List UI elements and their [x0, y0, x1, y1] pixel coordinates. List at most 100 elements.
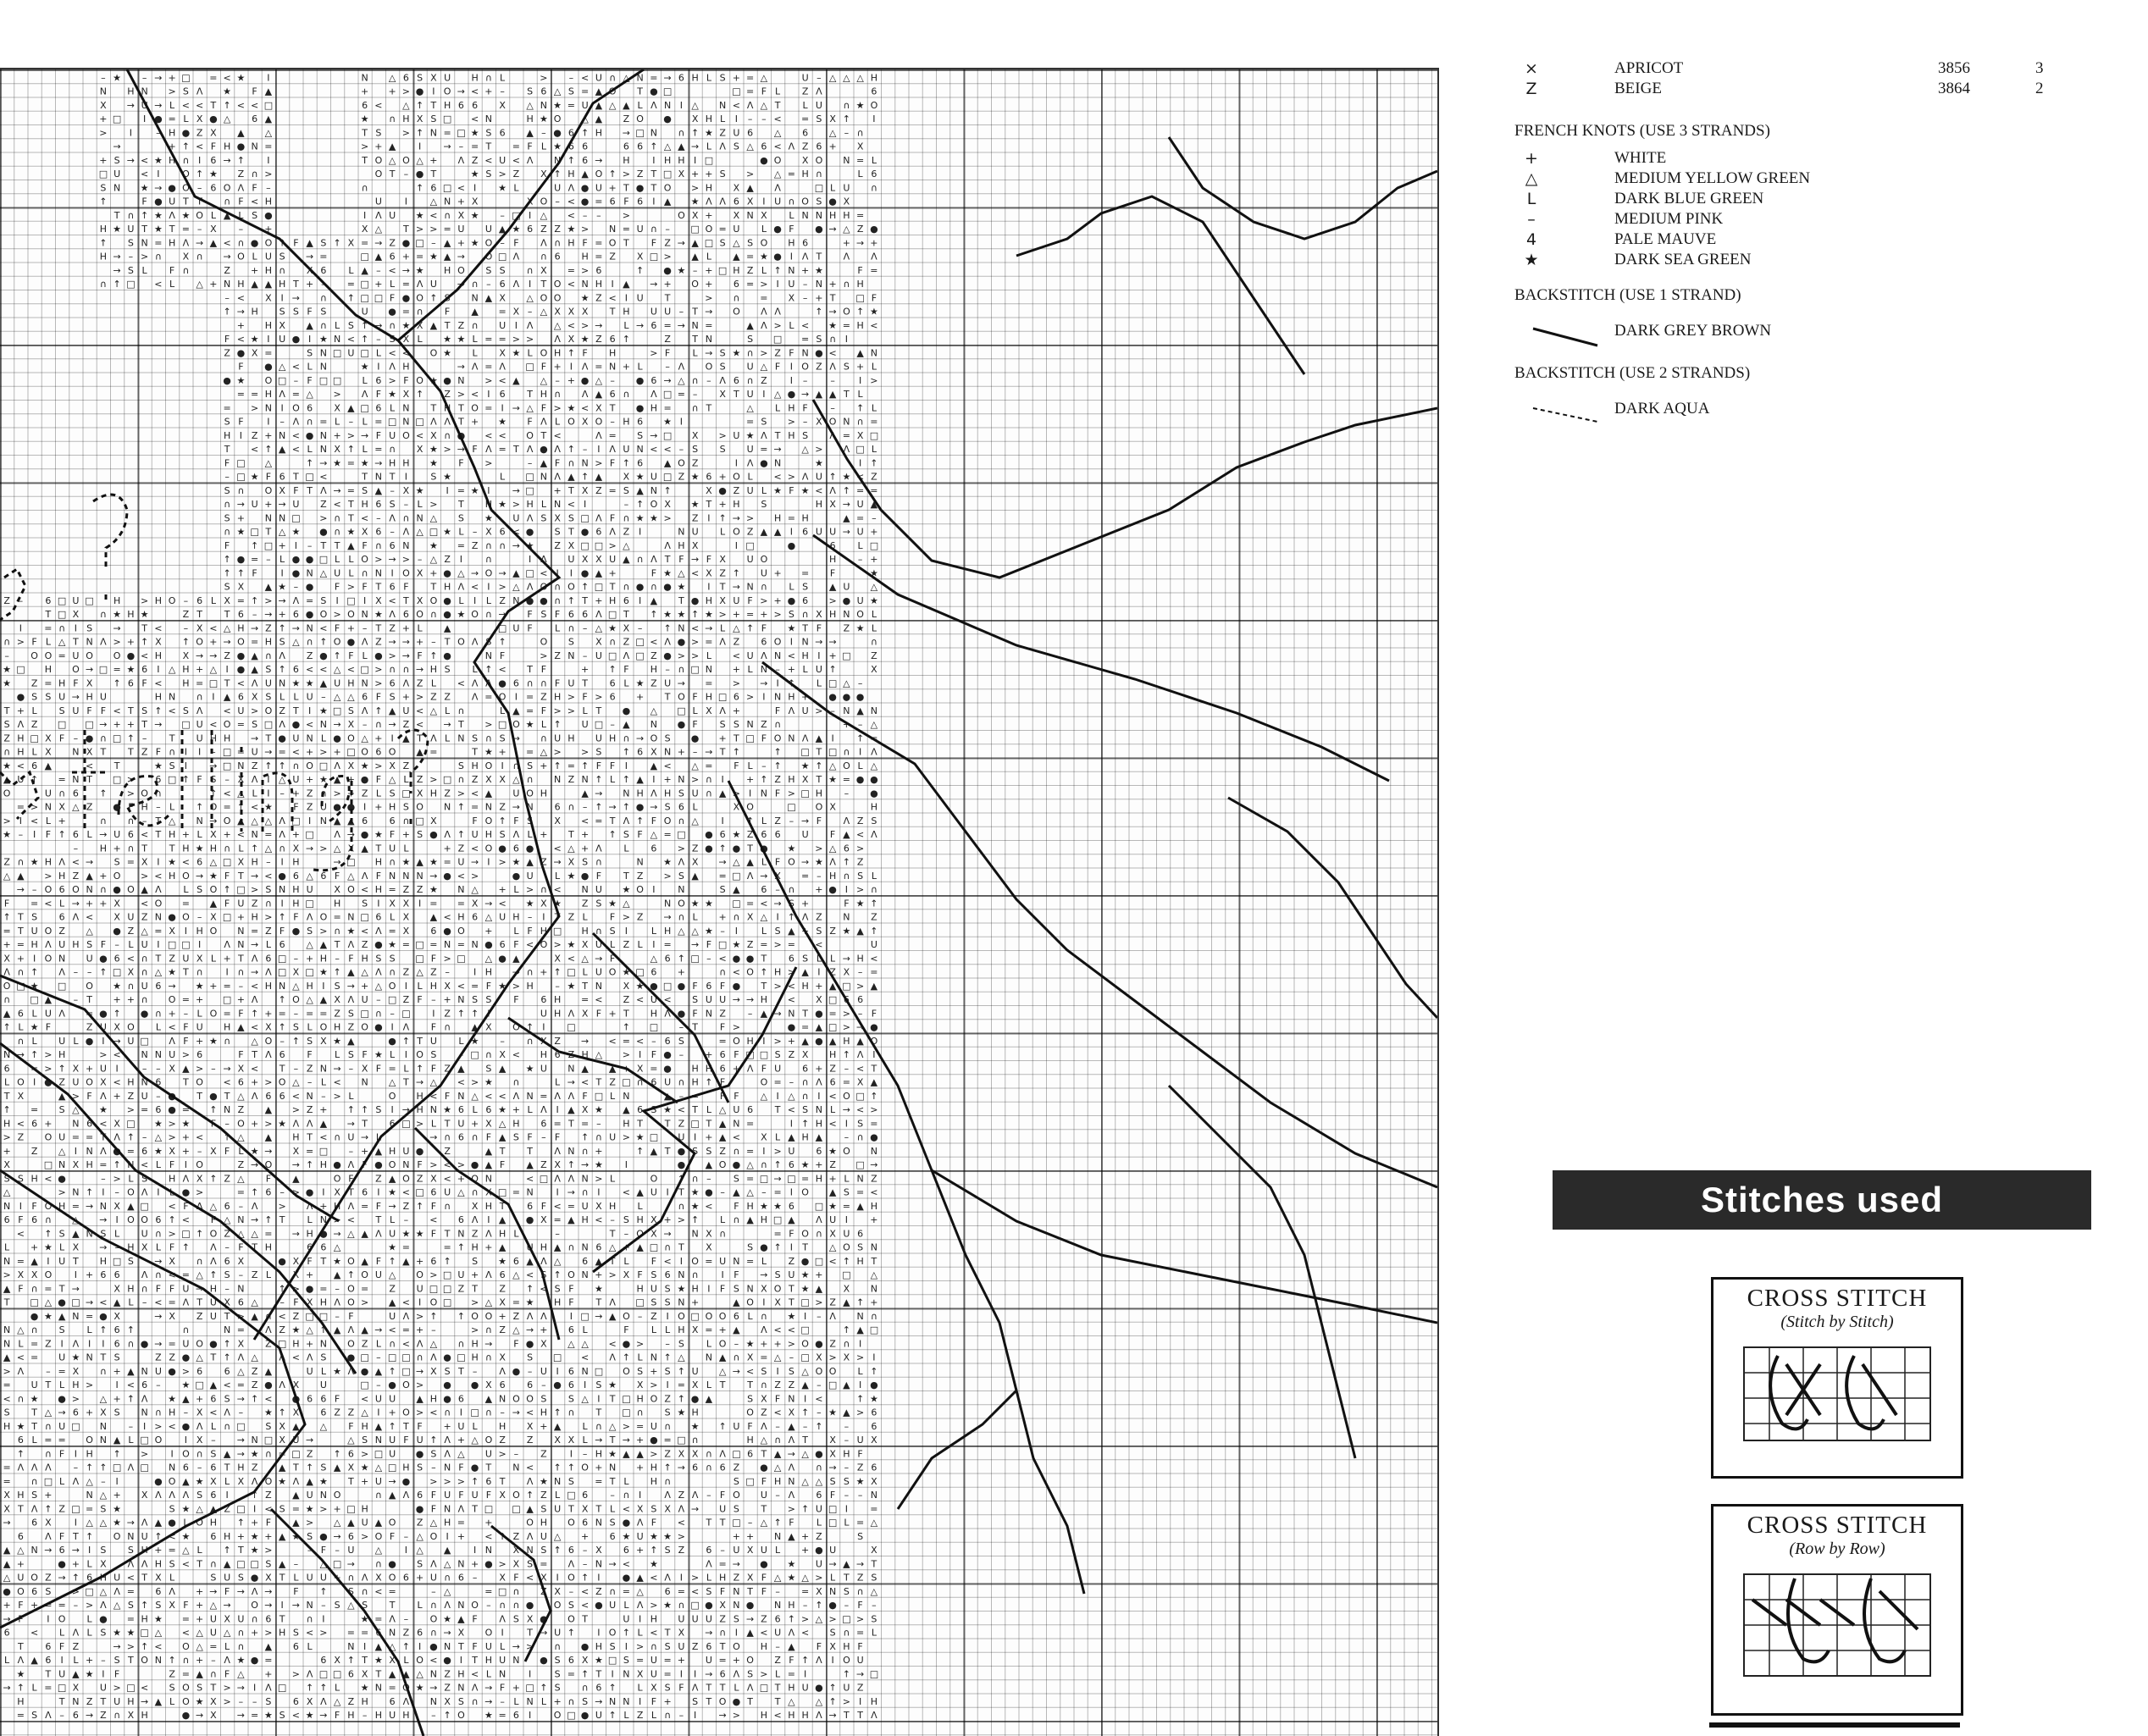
stitch-symbol: T: [540, 430, 547, 441]
stitch-symbol: Z: [444, 788, 451, 799]
stitch-symbol: F: [238, 1008, 243, 1019]
stitch-symbol: +: [374, 733, 382, 744]
stitch-symbol: –: [803, 292, 808, 303]
stitch-symbol: =: [718, 871, 726, 882]
stitch-symbol: L: [458, 595, 464, 606]
stitch-symbol: ∩: [17, 857, 24, 868]
stitch-symbol: T: [761, 953, 767, 964]
stitch-symbol: U: [389, 843, 396, 854]
stitch-symbol: T: [375, 1214, 382, 1225]
stitch-symbol: H: [623, 155, 629, 166]
stitch-symbol: –: [817, 1311, 822, 1322]
stitch-symbol: △: [623, 540, 630, 551]
stitch-symbol: →: [526, 1324, 534, 1335]
stitch-symbol: F: [720, 1022, 725, 1033]
stitch-symbol: T: [719, 1683, 726, 1694]
stitch-symbol: –: [142, 72, 147, 83]
stitch-symbol: □: [168, 774, 176, 785]
stitch-symbol: >: [718, 430, 726, 441]
stitch-symbol: Z: [774, 1379, 781, 1390]
stitch-symbol: H: [650, 1008, 657, 1019]
stitch-symbol: ↑: [182, 1242, 190, 1253]
stitch-symbol: ∩: [375, 540, 382, 551]
stitch-symbol: +: [3, 1146, 10, 1157]
stitch-symbol: H: [733, 265, 739, 276]
stitch-symbol: >: [623, 912, 630, 923]
stitch-symbol: <: [553, 1201, 561, 1212]
stitch-symbol: □: [567, 1490, 575, 1501]
stitch-symbol: <: [581, 815, 589, 827]
stitch-symbol: L: [775, 1545, 781, 1556]
stitch-symbol: N: [485, 1545, 492, 1556]
stitch-symbol: F: [211, 141, 216, 152]
stitch-symbol: N: [430, 1104, 437, 1115]
stitch-symbol: S: [540, 1503, 546, 1514]
stitch-symbol: H: [292, 884, 299, 895]
stitch-symbol: Λ: [527, 1311, 534, 1322]
stitch-symbol: 6: [320, 871, 326, 882]
stitch-symbol: △: [45, 1297, 53, 1308]
stitch-symbol: ●: [484, 939, 493, 950]
stitch-symbol: ↑: [264, 760, 272, 771]
stitch-symbol: S: [665, 1641, 671, 1652]
stitch-symbol: ∩: [637, 554, 644, 565]
stitch-symbol: Λ: [802, 472, 809, 483]
stitch-symbol: 6: [430, 1256, 436, 1267]
stitch-symbol: <: [457, 1077, 465, 1088]
stitch-symbol: I: [473, 182, 476, 193]
stitch-symbol: ▲: [691, 237, 699, 248]
stitch-symbol: 6: [582, 1518, 588, 1529]
stitch-symbol: 6: [568, 1545, 574, 1556]
stitch-symbol: I: [501, 402, 503, 413]
stitch-symbol: ★: [787, 1558, 795, 1569]
stitch-symbol: ★: [622, 1531, 630, 1542]
stitch-symbol: △: [416, 1531, 424, 1542]
stitch-symbol: T: [389, 472, 396, 483]
stitch-symbol: □: [99, 169, 108, 180]
stitch-symbol: △: [843, 677, 850, 688]
stitch-symbol: =: [746, 1146, 754, 1157]
stitch-symbol: –: [418, 554, 423, 565]
stitch-symbol: >: [127, 788, 135, 799]
stitch-symbol: ∩: [485, 733, 492, 744]
stitch-symbol: Z: [857, 1462, 864, 1473]
stitch-symbol: ▲: [856, 347, 864, 358]
stitch-symbol: ●: [416, 1146, 424, 1157]
stitch-symbol: S: [555, 1683, 561, 1694]
stitch-symbol: →: [650, 802, 657, 813]
stitch-symbol: –: [431, 1324, 436, 1335]
stitch-symbol: F: [651, 1256, 656, 1267]
stitch-symbol: →: [870, 1159, 877, 1170]
stitch-symbol: ★: [691, 1187, 700, 1198]
stitch-symbol: U: [747, 444, 754, 455]
stitch-symbol: H: [485, 829, 492, 840]
stitch-symbol: Z: [623, 527, 630, 538]
stitch-symbol: =: [168, 113, 175, 124]
stitch-symbol: ★: [581, 292, 590, 303]
stitch-symbol: ↑: [361, 334, 368, 345]
stitch-symbol: S: [513, 1132, 519, 1143]
stitch-symbol: –: [486, 279, 491, 290]
stitch-symbol: –: [184, 1008, 189, 1019]
stitch-symbol: –: [693, 747, 698, 758]
stitch-symbol: L: [761, 485, 767, 496]
stitch-symbol: =: [3, 926, 10, 937]
stitch-symbol: ↑: [278, 912, 285, 923]
stitch-symbol: –: [844, 127, 850, 138]
stitch-symbol: L: [418, 334, 424, 345]
stitch-symbol: >: [30, 802, 38, 813]
stitch-symbol: L: [458, 527, 464, 538]
stitch-symbol: –: [349, 1146, 354, 1157]
stitch-symbol: 6: [720, 1049, 726, 1060]
stitch-symbol: ∩: [417, 307, 424, 318]
stitch-symbol: Λ: [789, 1490, 795, 1501]
stitch-symbol: □: [842, 981, 850, 992]
stitch-symbol: >: [457, 1476, 465, 1487]
stitch-symbol: □: [663, 389, 672, 400]
stitch-symbol: ∩: [706, 774, 712, 785]
stitch-symbol: ●: [374, 939, 383, 950]
stitch-symbol: +: [815, 884, 822, 895]
stitch-symbol: L: [583, 967, 589, 978]
stitch-symbol: T: [100, 747, 107, 758]
stitch-symbol: H: [540, 1518, 547, 1529]
